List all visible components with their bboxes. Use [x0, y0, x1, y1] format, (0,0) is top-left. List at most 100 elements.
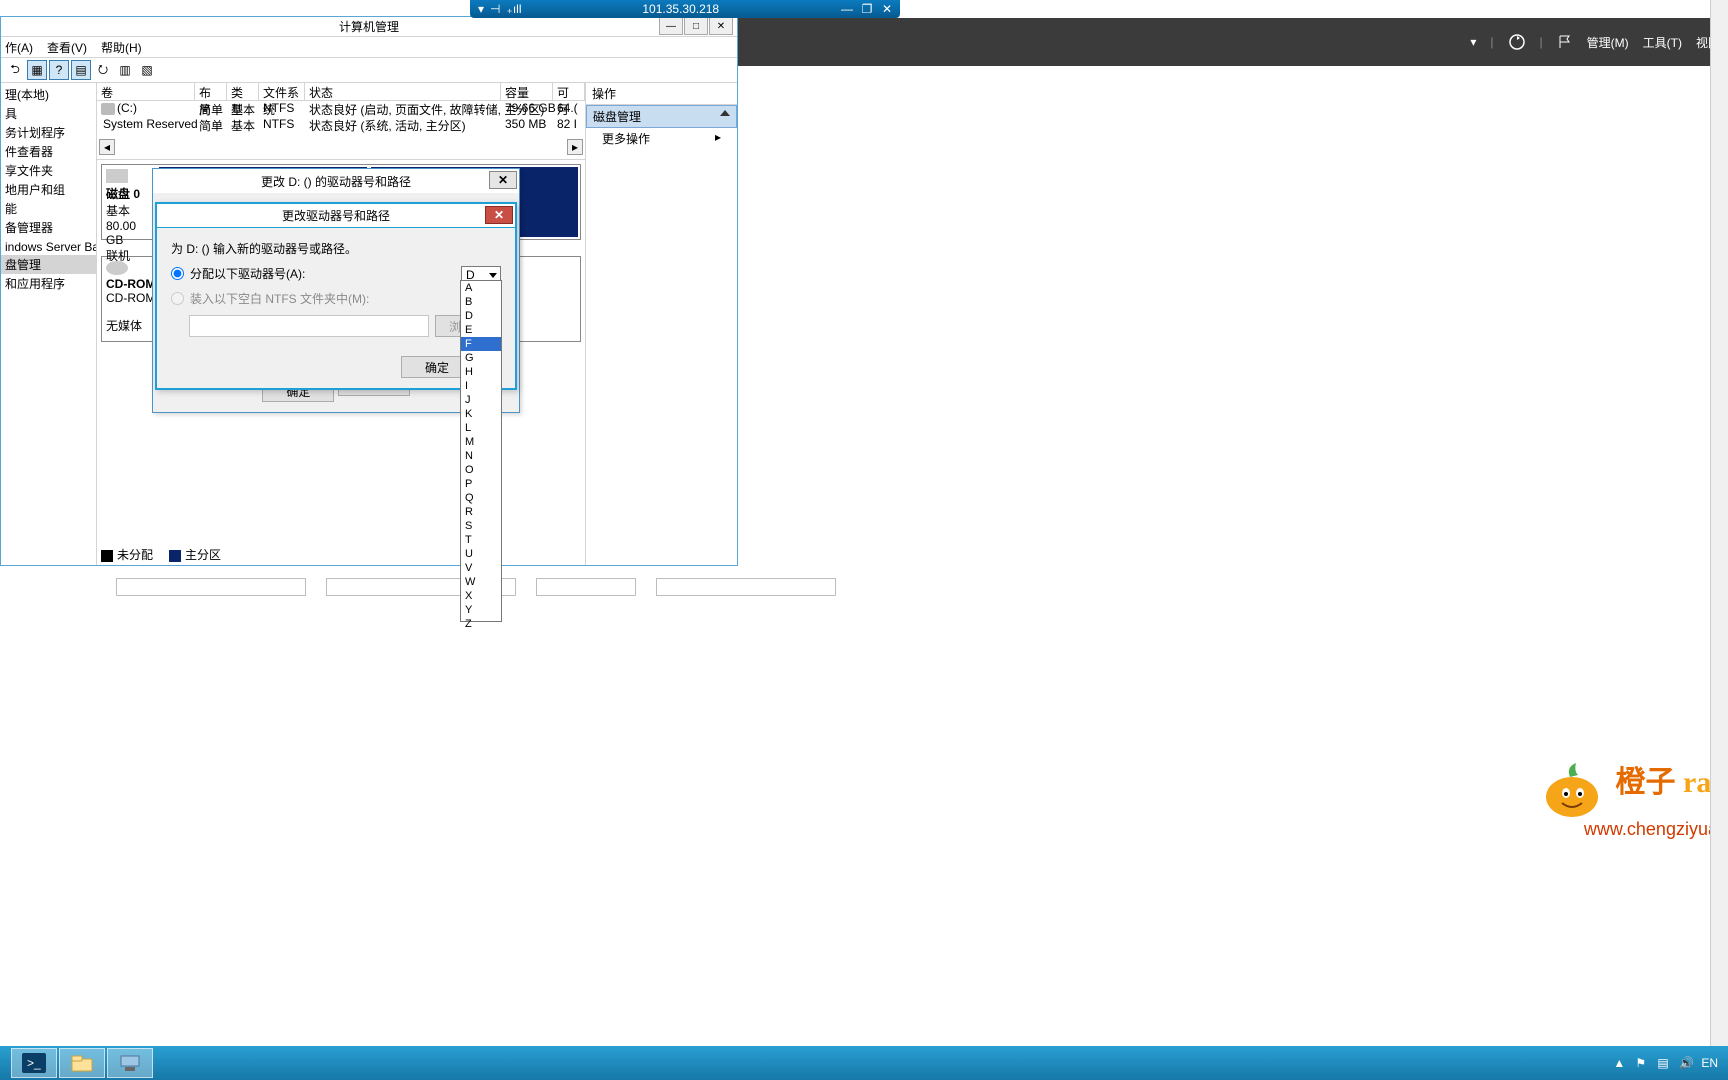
- col-status[interactable]: 状态: [305, 83, 501, 100]
- taskbar: >_ ▲ ⚑ ▤ 🔊 EN: [0, 1046, 1728, 1080]
- servermanager-header: ▾ | | 管理(M) 工具(T) 视图: [738, 18, 1728, 66]
- mmc-maximize-button[interactable]: □: [684, 17, 708, 35]
- toolbar-refresh-icon[interactable]: ⭮: [93, 60, 113, 80]
- dlg2-close-button[interactable]: ✕: [485, 206, 513, 224]
- dropdown-option[interactable]: E: [461, 323, 501, 337]
- tray-sound-icon[interactable]: 🔊: [1679, 1056, 1693, 1070]
- col-layout[interactable]: 布局: [195, 83, 227, 100]
- hscroll-left[interactable]: ◂: [99, 139, 115, 155]
- actions-disk-mgmt[interactable]: 磁盘管理: [586, 105, 737, 128]
- col-capacity[interactable]: 容量: [501, 83, 553, 100]
- servermgr-dropdown-icon[interactable]: ▾: [1470, 35, 1476, 49]
- toolbar-btn-5[interactable]: ▥: [115, 60, 135, 80]
- rdp-pin-icon[interactable]: ▾: [478, 2, 484, 16]
- toolbar-btn-1[interactable]: ▦: [27, 60, 47, 80]
- tree-item[interactable]: 备管理器: [1, 218, 96, 237]
- radio-assign-input[interactable]: [171, 267, 184, 280]
- mmc-close-button[interactable]: ✕: [709, 17, 733, 35]
- col-volume[interactable]: 卷: [97, 83, 195, 100]
- dropdown-option[interactable]: M: [461, 435, 501, 449]
- dropdown-option[interactable]: O: [461, 463, 501, 477]
- cdrom-icon: [106, 261, 128, 275]
- dropdown-option[interactable]: V: [461, 561, 501, 575]
- dropdown-option[interactable]: K: [461, 407, 501, 421]
- tray-icon[interactable]: ▲: [1613, 1056, 1627, 1070]
- menu-help[interactable]: 帮助(H): [101, 39, 142, 56]
- radio-assign-letter[interactable]: 分配以下驱动器号(A):: [171, 265, 501, 282]
- taskbar-powershell-button[interactable]: >_: [11, 1048, 57, 1078]
- drive-letter-dropdown[interactable]: ABDEFGHIJKLMNOPQRSTUVWXYZ: [460, 280, 502, 622]
- menu-view[interactable]: 查看(V): [47, 39, 87, 56]
- dropdown-option[interactable]: P: [461, 477, 501, 491]
- col-type[interactable]: 类型: [227, 83, 259, 100]
- volume-list-header: 卷 布局 类型 文件系统 状态 容量 可月: [97, 83, 585, 101]
- volume-list[interactable]: (C:) 简单 基本 NTFS 状态良好 (启动, 页面文件, 故障转储, 主分…: [97, 101, 585, 139]
- dropdown-option[interactable]: J: [461, 393, 501, 407]
- taskbar-explorer-button[interactable]: [59, 1048, 105, 1078]
- tree-item[interactable]: indows Server Back: [1, 239, 96, 255]
- col-fs[interactable]: 文件系统: [259, 83, 305, 100]
- tree-item[interactable]: 享文件夹: [1, 161, 96, 180]
- tree-item[interactable]: 地用户和组: [1, 180, 96, 199]
- servermgr-tools[interactable]: 工具(T): [1643, 34, 1682, 51]
- tree-item[interactable]: 务计划程序: [1, 123, 96, 142]
- dropdown-option[interactable]: H: [461, 365, 501, 379]
- tree-item[interactable]: 和应用程序: [1, 274, 96, 293]
- mmc-menubar: 作(A) 查看(V) 帮助(H): [1, 37, 737, 57]
- tree-item[interactable]: 件查看器: [1, 142, 96, 161]
- rdp-pin2-icon[interactable]: ⊣: [490, 2, 500, 16]
- rdp-restore-button[interactable]: ❐: [860, 3, 874, 15]
- dlg1-title: 更改 D: () 的驱动器号和路径: [261, 173, 411, 190]
- tree-item[interactable]: 具: [1, 104, 96, 123]
- dropdown-option[interactable]: Q: [461, 491, 501, 505]
- mmc-minimize-button[interactable]: —: [659, 17, 683, 35]
- dropdown-option[interactable]: I: [461, 379, 501, 393]
- dropdown-option[interactable]: G: [461, 351, 501, 365]
- tree-item-disk-management[interactable]: 盘管理: [1, 255, 96, 274]
- dropdown-option[interactable]: N: [461, 449, 501, 463]
- mmc-tree[interactable]: 理(本地) 具 务计划程序 件查看器 享文件夹 地用户和组 能 备管理器 ind…: [1, 83, 97, 565]
- rdp-close-button[interactable]: ✕: [880, 3, 894, 15]
- page-scrollbar[interactable]: [1710, 0, 1728, 1046]
- dropdown-option[interactable]: D: [461, 309, 501, 323]
- mount-path-input[interactable]: [189, 315, 429, 337]
- rdp-minimize-button[interactable]: —: [840, 3, 854, 15]
- toolbar-btn-3[interactable]: ▤: [71, 60, 91, 80]
- dlg1-close-button[interactable]: ✕: [489, 171, 517, 189]
- tray-lang[interactable]: EN: [1701, 1056, 1718, 1070]
- volume-row[interactable]: System Reserved 简单 基本 NTFS 状态良好 (系统, 活动,…: [97, 117, 585, 133]
- toolbar-back-icon[interactable]: ⮌: [5, 60, 25, 80]
- tray-network-icon[interactable]: ▤: [1657, 1056, 1671, 1070]
- dropdown-option[interactable]: T: [461, 533, 501, 547]
- toolbar-btn-2[interactable]: ?: [49, 60, 69, 80]
- dropdown-option[interactable]: Z: [461, 617, 501, 631]
- watermark: 橙子 ran www.chengziyuan: [1532, 757, 1728, 840]
- dropdown-option[interactable]: X: [461, 589, 501, 603]
- tree-item[interactable]: 理(本地): [1, 85, 96, 104]
- refresh-icon[interactable]: [1508, 33, 1526, 51]
- dropdown-option[interactable]: S: [461, 519, 501, 533]
- taskbar-servermgr-button[interactable]: [107, 1048, 153, 1078]
- dropdown-option[interactable]: U: [461, 547, 501, 561]
- radio-mount-input[interactable]: [171, 292, 184, 305]
- tray-flag-icon[interactable]: ⚑: [1635, 1056, 1649, 1070]
- col-free[interactable]: 可月: [553, 83, 585, 100]
- volume-row[interactable]: (C:) 简单 基本 NTFS 状态良好 (启动, 页面文件, 故障转储, 主分…: [97, 101, 585, 117]
- toolbar-btn-6[interactable]: ▧: [137, 60, 157, 80]
- actions-more[interactable]: 更多操作▸: [586, 128, 737, 149]
- dropdown-option[interactable]: W: [461, 575, 501, 589]
- tree-item[interactable]: 能: [1, 199, 96, 218]
- flag-icon[interactable]: [1557, 34, 1573, 50]
- dropdown-option[interactable]: R: [461, 505, 501, 519]
- dropdown-option[interactable]: A: [461, 281, 501, 295]
- servermgr-manage[interactable]: 管理(M): [1587, 34, 1629, 51]
- disk-icon: [106, 169, 128, 183]
- hscroll-right[interactable]: ▸: [567, 139, 583, 155]
- dropdown-option[interactable]: B: [461, 295, 501, 309]
- dropdown-option[interactable]: L: [461, 421, 501, 435]
- orange-mascot-icon: [1532, 759, 1612, 819]
- radio-mount-folder[interactable]: 装入以下空白 NTFS 文件夹中(M):: [171, 290, 501, 307]
- menu-action[interactable]: 作(A): [5, 39, 33, 56]
- dropdown-option[interactable]: F: [461, 337, 501, 351]
- dropdown-option[interactable]: Y: [461, 603, 501, 617]
